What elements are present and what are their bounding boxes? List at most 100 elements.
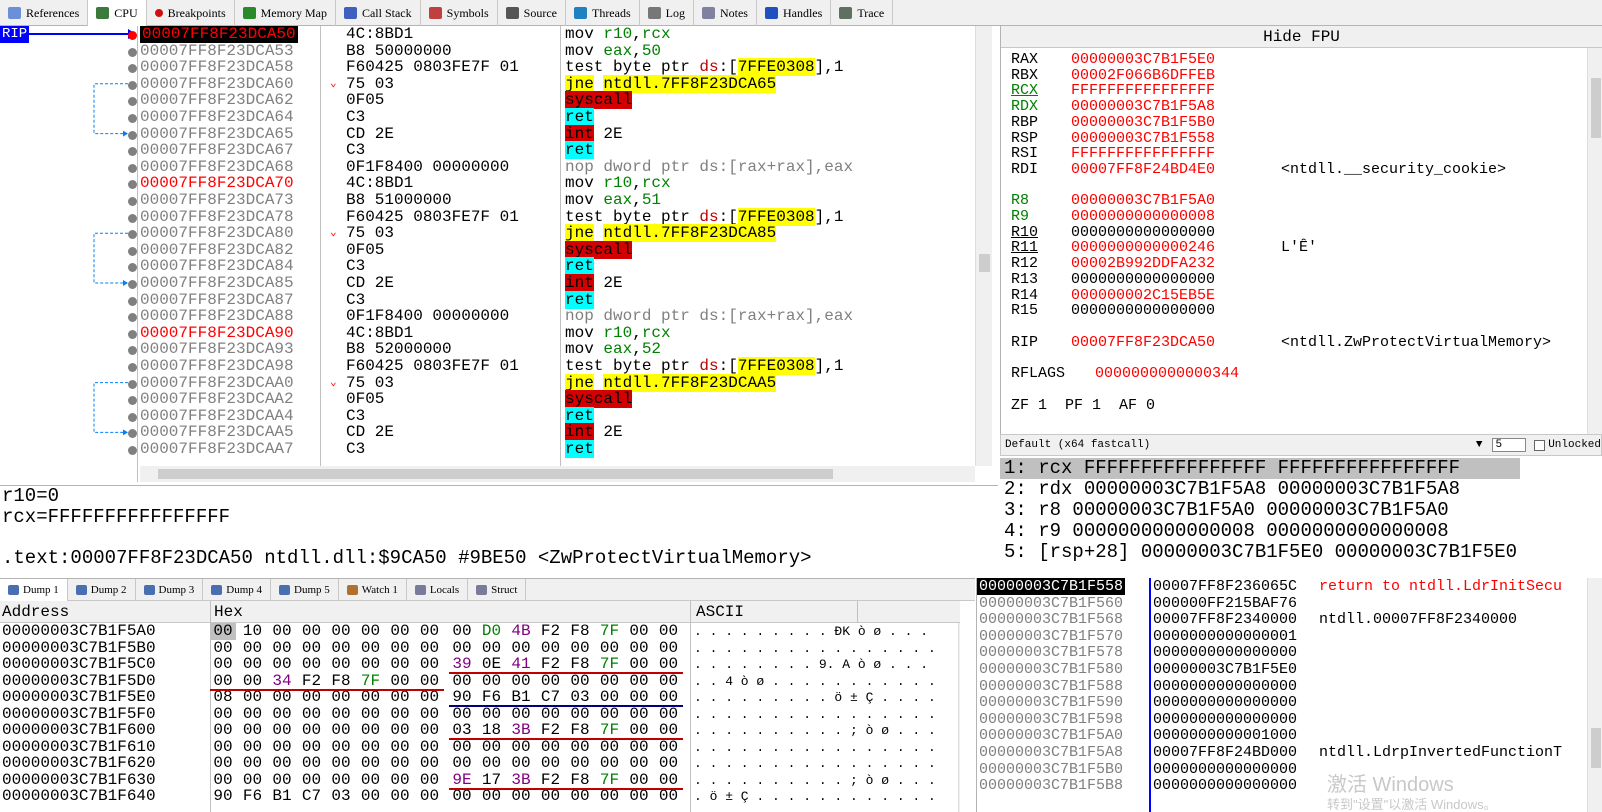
breakpoint-dot-icon[interactable] [128,64,137,74]
arg-count-spinner[interactable]: 5 [1492,438,1527,452]
breakpoint-dot-icon[interactable] [128,346,137,356]
breakpoint-dot-icon[interactable] [128,197,137,206]
register-r15[interactable]: R15 0000000000000000 [1011,303,1215,319]
hex-byte[interactable]: 3B [508,771,534,789]
hex-byte[interactable]: F8 [328,672,354,690]
hex-byte[interactable]: 7F [597,722,623,739]
hex-byte[interactable]: 00 [656,738,682,756]
hex-byte[interactable]: 00 [299,656,325,673]
hex-byte[interactable]: F2 [538,771,564,789]
tab-threads[interactable]: Threads [566,0,640,26]
disasm-row[interactable]: 00007FF8F23DCA60 ⌄ 75 03 jne ntdll.7FF8F23D… [0,74,975,93]
argument-row[interactable]: 2: rdx 00000003C7B1F5A8 00000003C7B1F5A8 [1004,479,1460,500]
hex-byte[interactable]: 00 [626,672,652,690]
disasm-row[interactable]: 00007FF8F23DCA68 0F1F8400 00000000 nop dwo… [0,158,975,176]
hex-byte[interactable]: B1 [508,689,534,706]
hex-byte[interactable]: 00 [240,705,266,723]
hex-byte[interactable]: 00 [597,788,623,805]
disasm-row[interactable]: 00007FF8F23DCAA2 0F05 syscall [0,390,975,409]
hex-byte[interactable]: 00 [417,771,443,789]
stack-row[interactable]: 00000003C7B1F5B8 0000000000000000 [977,777,1602,794]
disasm-row[interactable]: 00007FF8F23DCA87 C3 ret [0,290,975,309]
stack-row[interactable]: 00000003C7B1F598 0000000000000000 [977,711,1602,728]
breakpoint-dot-icon[interactable] [128,313,137,323]
hex-byte[interactable]: 00 [656,672,682,690]
breakpoint-dot-icon[interactable] [128,31,137,40]
hex-byte[interactable]: 00 [597,705,623,723]
hex-byte[interactable]: 00 [269,722,295,739]
hex-byte[interactable]: 00 [626,722,652,739]
breakpoint-dot-icon[interactable] [128,246,137,256]
stack-view[interactable]: 00000003C7B1F558 00007FF8F236065C return t… [976,578,1602,812]
hex-byte[interactable]: 00 [508,738,534,756]
hex-byte[interactable]: 00 [387,738,413,756]
tab-symbols[interactable]: Symbols [421,0,498,26]
hex-byte[interactable]: 00 [597,689,623,706]
hex-byte[interactable]: 00 [269,738,295,756]
dump-row[interactable]: 00000003C7B1F5A0 00 10 00 00 00 00 00 00 00 D0 4B F2… [0,623,958,640]
argument-row[interactable]: 5: [rsp+28] 00000003C7B1F5E0 00000003C7B… [1004,542,1517,563]
disasm-row[interactable]: 00007FF8F23DCA73 B8 51000000 mov eax,51 [0,192,975,209]
tab-source[interactable]: Source [498,0,566,26]
dump-row[interactable]: 00000003C7B1F5B0 00 00 00 00 00 00 00 00 00 00 00 00… [0,639,958,657]
hex-byte[interactable]: 00 [358,656,384,673]
breakpoint-dot-icon[interactable] [128,114,137,123]
disasm-row[interactable]: 00007FF8F23DCA50 4C:8BD1 mov r10,rcx [0,26,975,43]
disasm-row[interactable]: 00007FF8F23DCA85 CD 2E int 2E [0,274,975,292]
dump-row[interactable]: 00000003C7B1F640 90 F6 B1 C7 03 00 00 00 00 00 00 00… [0,788,958,805]
hex-byte[interactable]: F8 [567,623,593,640]
hex-byte[interactable]: 41 [508,656,534,673]
disasm-row[interactable]: 00007FF8F23DCA64 C3 ret [0,108,975,126]
dump-row[interactable]: 00000003C7B1F5C0 00 00 00 00 00 00 00 00 39 0E 41 F2… [0,656,958,673]
hex-byte[interactable]: 00 [328,656,354,673]
hex-byte[interactable]: 00 [597,738,623,756]
dump-tab-dump-5[interactable]: Dump 5 [271,579,339,601]
disasm-row[interactable]: 00007FF8F23DCA67 C3 ret [0,141,975,160]
register-r14[interactable]: R14 000000002C15EB5E [1011,287,1215,304]
hex-byte[interactable]: C7 [299,788,325,805]
tab-trace[interactable]: Trace [831,0,894,26]
hex-byte[interactable]: 00 [626,788,652,805]
tab-references[interactable]: References [0,0,89,26]
breakpoint-dot-icon[interactable] [128,180,137,190]
hex-byte[interactable]: 00 [656,788,682,805]
breakpoint-dot-icon[interactable] [128,280,137,289]
hex-byte[interactable]: 00 [508,672,534,690]
hex-byte[interactable]: 08 [210,689,236,706]
tab-breakpoints[interactable]: Breakpoints [147,0,235,26]
breakpoint-dot-icon[interactable] [128,396,137,406]
breakpoint-dot-icon[interactable] [128,379,137,389]
hex-byte[interactable]: 00 [656,705,682,723]
hex-byte[interactable]: 00 [387,722,413,739]
hex-byte[interactable]: 00 [387,788,413,805]
hex-byte[interactable]: F8 [567,656,593,673]
hex-byte[interactable]: 00 [240,722,266,739]
hex-byte[interactable]: 4B [508,623,534,640]
hex-byte[interactable]: 00 [269,689,295,706]
hex-byte[interactable]: 00 [538,705,564,723]
argument-row[interactable]: 4: r9 0000000000000008 0000000000000008 [1004,521,1449,542]
disasm-row[interactable]: 00007FF8F23DCA93 B8 52000000 mov eax,52 [0,341,975,358]
hex-byte[interactable]: 00 [656,623,682,640]
hex-byte[interactable]: 00 [597,672,623,690]
hex-byte[interactable]: 00 [656,722,682,739]
hex-byte[interactable]: 00 [210,623,236,640]
hex-byte[interactable]: 00 [269,771,295,789]
hex-byte[interactable]: 00 [387,689,413,706]
hex-byte[interactable]: 00 [387,656,413,673]
hex-byte[interactable]: F6 [479,689,505,706]
hex-byte[interactable]: 00 [626,755,652,772]
hex-byte[interactable]: 00 [210,705,236,723]
disassembly-view[interactable]: RIP 00007FF8F23DCA50 4C:8BD1 mov r10,rcx 00… [0,26,992,482]
stack-row[interactable]: 00000003C7B1F580 00000003C7B1F5E0 [977,661,1602,678]
hex-byte[interactable]: F8 [567,771,593,789]
argument-row[interactable]: 1: rcx FFFFFFFFFFFFFFFF FFFFFFFFFFFFFFFF [1000,458,1520,479]
hex-byte[interactable]: 00 [210,722,236,739]
hex-byte[interactable]: 00 [538,672,564,690]
hex-byte[interactable]: 00 [417,623,443,640]
hex-byte[interactable]: 7F [358,672,384,690]
stack-row[interactable]: 00000003C7B1F570 0000000000000001 [977,628,1602,645]
hex-byte[interactable]: F2 [299,672,325,690]
hex-byte[interactable]: 00 [210,672,236,690]
disasm-vscrollbar[interactable] [975,26,992,466]
